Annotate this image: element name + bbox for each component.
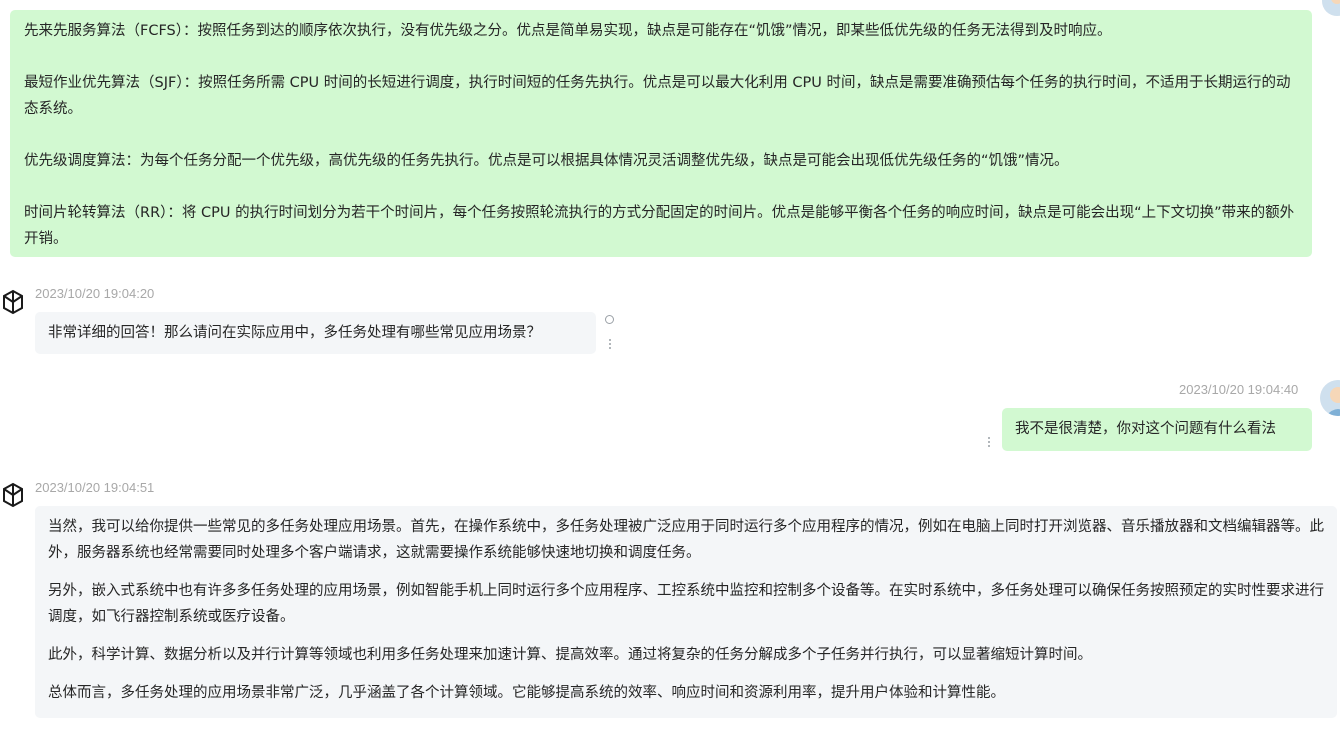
- message-paragraph: 此外，科学计算、数据分析以及并行计算等领域也利用多任务处理来加速计算、提高效率。…: [48, 647, 1092, 663]
- message-text: 非常详细的回答！那么请问在实际应用中，多任务处理有哪些常见应用场景？: [48, 325, 541, 341]
- bot-message-bubble: 当然，我可以给你提供一些常见的多任务处理应用场景。首先，在操作系统中，多任务处理…: [35, 506, 1337, 718]
- user-message-bubble: 先来先服务算法（FCFS）：按照任务到达的顺序依次执行，没有优先级之分。优点是简…: [10, 10, 1312, 257]
- message-timestamp: 2023/10/20 19:04:40: [1179, 382, 1299, 397]
- user-message-bubble: 我不是很清楚，你对这个问题有什么看法: [1002, 408, 1312, 451]
- message-paragraph: 时间片轮转算法（RR）：将 CPU 的执行时间划分为若干个时间片，每个任务按照轮…: [24, 205, 1295, 247]
- bot-message-bubble: 非常详细的回答！那么请问在实际应用中，多任务处理有哪些常见应用场景？: [35, 312, 596, 354]
- openai-logo-icon: [0, 481, 26, 511]
- message-paragraph: 最短作业优先算法（SJF）：按照任务所需 CPU 时间的长短进行调度，执行时间短…: [24, 75, 1291, 117]
- message-paragraph: 优先级调度算法：为每个任务分配一个优先级，高优先级的任务先执行。优点是可以根据具…: [24, 153, 1069, 169]
- user-avatar: [1320, 380, 1340, 416]
- message-timestamp: 2023/10/20 19:04:51: [35, 480, 155, 495]
- openai-logo-icon: [0, 288, 26, 318]
- more-dots-icon[interactable]: [988, 437, 991, 449]
- message-text: 我不是很清楚，你对这个问题有什么看法: [1015, 421, 1276, 437]
- message-paragraph: 另外，嵌入式系统中也有许多多任务处理的应用场景，例如智能手机上同时运行多个应用程…: [48, 583, 1324, 625]
- message-paragraph: 总体而言，多任务处理的应用场景非常广泛，几乎涵盖了各个计算领域。它能够提高系统的…: [48, 685, 1005, 701]
- more-dots-icon[interactable]: [609, 339, 612, 351]
- circle-icon[interactable]: [605, 315, 614, 324]
- message-paragraph: 当然，我可以给你提供一些常见的多任务处理应用场景。首先，在操作系统中，多任务处理…: [48, 519, 1324, 561]
- message-timestamp: 2023/10/20 19:04:20: [35, 286, 155, 301]
- message-paragraph: 先来先服务算法（FCFS）：按照任务到达的顺序依次执行，没有优先级之分。优点是简…: [24, 23, 1112, 39]
- user-avatar: [1322, 0, 1340, 16]
